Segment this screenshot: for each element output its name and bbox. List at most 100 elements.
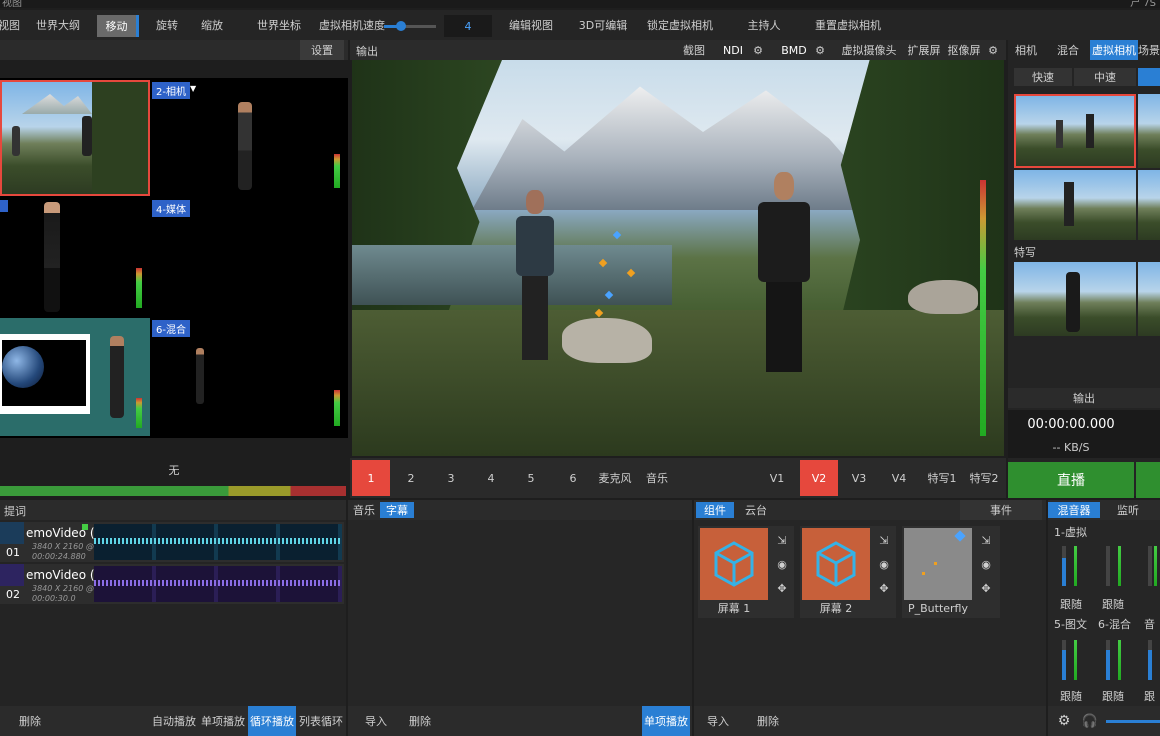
view-button-v3[interactable]: V3	[840, 460, 878, 496]
vcam-preset-3[interactable]	[1014, 170, 1136, 240]
closeup-preset-1[interactable]	[1014, 262, 1136, 336]
chevron-down-icon[interactable]: ▼	[190, 84, 196, 93]
switch-button-mic[interactable]: 麦克风	[594, 460, 636, 496]
world-outline-button[interactable]: 世界大纲	[28, 13, 88, 37]
switch-button-6[interactable]: 6	[554, 460, 592, 496]
music-single-play-button[interactable]: 单项播放	[642, 706, 690, 736]
headphones-icon[interactable]: 🎧	[1080, 710, 1100, 732]
loop-play-button[interactable]: 循环播放	[248, 706, 296, 736]
mixer-channel-1-fader[interactable]	[1062, 558, 1066, 586]
component-card[interactable]: ⇲ ◉ ✥ 屏幕 2	[800, 526, 896, 618]
ndi-gear-icon[interactable]: ⚙	[749, 40, 767, 60]
live-button-extra[interactable]	[1136, 462, 1160, 498]
closeup-preset-2[interactable]	[1138, 262, 1160, 336]
source-cell-1[interactable]	[0, 80, 150, 196]
lock-vcam-button[interactable]: 锁定虚拟相机	[645, 13, 715, 37]
tab-ptz[interactable]: 云台	[738, 500, 774, 520]
mixer-gear-icon[interactable]: ⚙	[1054, 710, 1074, 732]
component-eye-icon[interactable]: ◉	[774, 556, 790, 572]
scale-button[interactable]: 缩放	[190, 13, 234, 37]
mixer-channel-6-follow[interactable]: 跟随	[1102, 688, 1124, 704]
component-move-icon[interactable]: ✥	[774, 580, 790, 596]
source-cell-5[interactable]	[0, 318, 150, 436]
switch-button-2[interactable]: 2	[392, 460, 430, 496]
switch-button-1[interactable]: 1	[352, 460, 390, 496]
bmd-gear-icon[interactable]: ⚙	[811, 40, 829, 60]
reset-vcam-button[interactable]: 重置虚拟相机	[812, 13, 884, 37]
mixer-channel-2-follow[interactable]: 跟随	[1102, 596, 1124, 612]
tab-vcam[interactable]: 虚拟相机	[1090, 40, 1138, 60]
tab-subtitles[interactable]: 字幕	[380, 502, 414, 518]
source-cell-2[interactable]: 2-相机 ▼	[152, 80, 348, 196]
event-button[interactable]: 事件	[960, 500, 1042, 520]
music-import-button[interactable]: 导入	[356, 710, 396, 732]
extend-screen-button[interactable]: 扩展屏	[904, 40, 944, 60]
playlist-item[interactable]: 01 emoVideo (20 3840 X 2160 @ 00:00:24.8…	[0, 522, 344, 562]
vcam-speed-input[interactable]: 4	[444, 15, 492, 37]
music-delete-button[interactable]: 删除	[400, 710, 440, 732]
switch-button-3[interactable]: 3	[432, 460, 470, 496]
main-preview[interactable]	[352, 60, 1004, 456]
tab-mixer[interactable]: 混音器	[1048, 502, 1100, 518]
vcam-preset-1[interactable]	[1014, 94, 1136, 168]
mixer-channel-1-follow[interactable]: 跟随	[1060, 596, 1082, 612]
3d-edit-button[interactable]: 3D可编辑	[575, 13, 631, 37]
switch-button-5[interactable]: 5	[512, 460, 550, 496]
tab-mix[interactable]: 混合	[1052, 40, 1084, 60]
source-cell-4[interactable]: 4-媒体	[152, 198, 348, 316]
vcam-speed-handle[interactable]	[396, 21, 406, 31]
capture-gear-icon[interactable]: ⚙	[984, 40, 1002, 60]
view-button[interactable]: 视图	[0, 13, 20, 37]
master-volume-slider[interactable]	[1106, 720, 1160, 723]
mixer-channel-5-follow[interactable]: 跟随	[1060, 688, 1082, 704]
tab-camera[interactable]: 相机	[1010, 40, 1042, 60]
switch-button-music[interactable]: 音乐	[638, 460, 676, 496]
ndi-button[interactable]: NDI	[718, 40, 748, 60]
playlist-tab[interactable]: 提词	[4, 503, 26, 519]
component-card[interactable]: ⇲ ◉ ✥ 屏幕 1	[698, 526, 794, 618]
mixer-channel-music-fader[interactable]	[1148, 650, 1152, 680]
view-button-v1[interactable]: V1	[758, 460, 796, 496]
speed-fast[interactable]: 快速	[1014, 68, 1072, 86]
component-eye-icon[interactable]: ◉	[978, 556, 994, 572]
tab-scene[interactable]: 场景	[1138, 40, 1160, 60]
list-loop-button[interactable]: 列表循环	[298, 710, 344, 732]
speed-medium[interactable]: 中速	[1074, 68, 1136, 86]
bmd-button[interactable]: BMD	[778, 40, 810, 60]
speed-slow[interactable]	[1138, 68, 1160, 86]
source-cell-3[interactable]	[0, 198, 150, 316]
autoplay-button[interactable]: 自动播放	[150, 710, 198, 732]
settings-button[interactable]: 设置	[300, 40, 344, 60]
single-play-button[interactable]: 单项播放	[200, 710, 246, 732]
vcam-output-button[interactable]: 虚拟摄像头	[838, 40, 900, 60]
source-cell-6[interactable]: 6-混合	[152, 318, 348, 436]
switch-button-4[interactable]: 4	[472, 460, 510, 496]
component-exit-icon[interactable]: ⇲	[978, 532, 994, 548]
mixer-channel-6-fader[interactable]	[1106, 650, 1110, 680]
component-card[interactable]: ⇲ ◉ ✥ P_Butterfly	[902, 526, 1000, 618]
components-import-button[interactable]: 导入	[700, 710, 736, 732]
world-coord-button[interactable]: 世界坐标	[248, 13, 310, 37]
live-button[interactable]: 直播	[1008, 462, 1134, 498]
view-button-v2[interactable]: V2	[800, 460, 838, 496]
vcam-speed-slider[interactable]	[384, 21, 436, 31]
view-button-closeup2[interactable]: 特写2	[964, 460, 1004, 496]
mixer-channel-5-fader[interactable]	[1062, 650, 1066, 680]
component-move-icon[interactable]: ✥	[978, 580, 994, 596]
screenshot-button[interactable]: 截图	[676, 40, 712, 60]
vcam-preset-2[interactable]	[1138, 94, 1160, 168]
component-exit-icon[interactable]: ⇲	[876, 532, 892, 548]
host-button[interactable]: 主持人	[740, 13, 788, 37]
capture-screen-button[interactable]: 抠像屏	[944, 40, 984, 60]
rotate-button[interactable]: 旋转	[145, 13, 189, 37]
tab-components[interactable]: 组件	[696, 502, 734, 518]
component-exit-icon[interactable]: ⇲	[774, 532, 790, 548]
tab-monitor[interactable]: 监听	[1106, 500, 1150, 520]
edit-view-button[interactable]: 编辑视图	[505, 13, 557, 37]
vcam-preset-4[interactable]	[1138, 170, 1160, 240]
playlist-delete-button[interactable]: 删除	[10, 710, 50, 732]
component-eye-icon[interactable]: ◉	[876, 556, 892, 572]
move-button[interactable]: 移动	[97, 15, 139, 37]
tab-music[interactable]: 音乐	[350, 500, 378, 520]
view-button-v4[interactable]: V4	[880, 460, 918, 496]
